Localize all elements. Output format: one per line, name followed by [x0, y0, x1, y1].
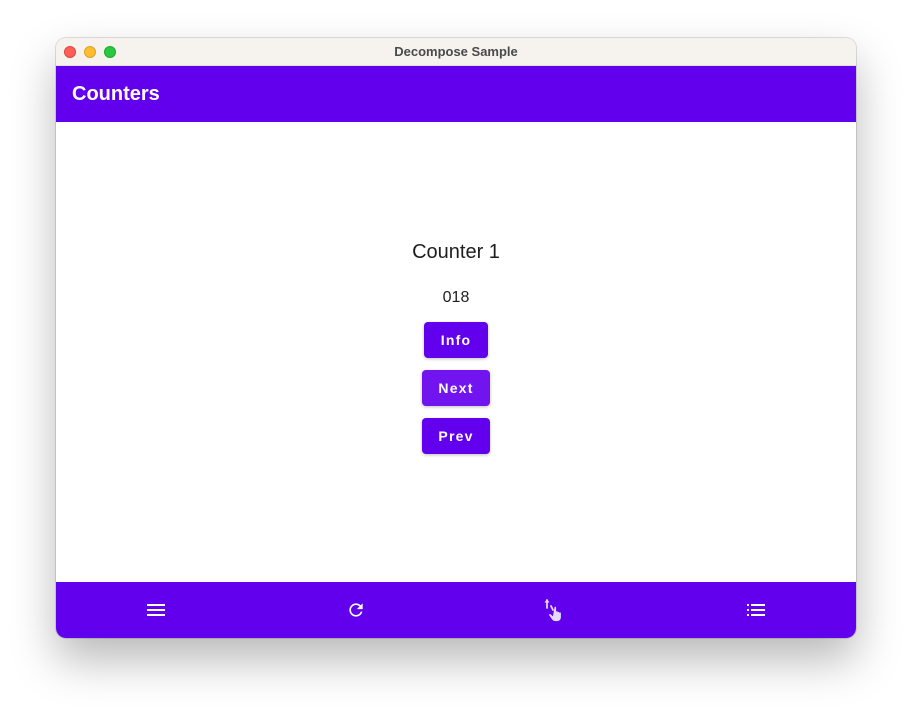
info-button[interactable]: Info: [424, 322, 488, 358]
app-bar-title: Counters: [72, 83, 160, 105]
app-window: Decompose Sample Counters Counter 1 018 …: [56, 38, 856, 638]
prev-button[interactable]: Prev: [422, 418, 490, 454]
window-titlebar[interactable]: Decompose Sample: [56, 38, 856, 66]
nav-item-menu[interactable]: [56, 582, 256, 638]
top-app-bar: Counters: [56, 66, 856, 122]
counter-screen: Counter 1 018 Info Next Prev: [56, 122, 856, 582]
swipe-gesture-icon: [544, 599, 561, 622]
nav-item-swipe[interactable]: [456, 582, 656, 638]
counter-title: Counter 1: [412, 241, 500, 263]
next-button[interactable]: Next: [422, 370, 490, 406]
nav-item-refresh[interactable]: [256, 582, 456, 638]
list-icon: [747, 604, 765, 616]
menu-icon: [147, 604, 165, 616]
window-title: Decompose Sample: [394, 44, 518, 59]
counter-value: 018: [442, 289, 470, 306]
nav-item-list[interactable]: [656, 582, 856, 638]
refresh-icon: [349, 603, 363, 617]
bottom-navigation-bar: [56, 582, 856, 638]
